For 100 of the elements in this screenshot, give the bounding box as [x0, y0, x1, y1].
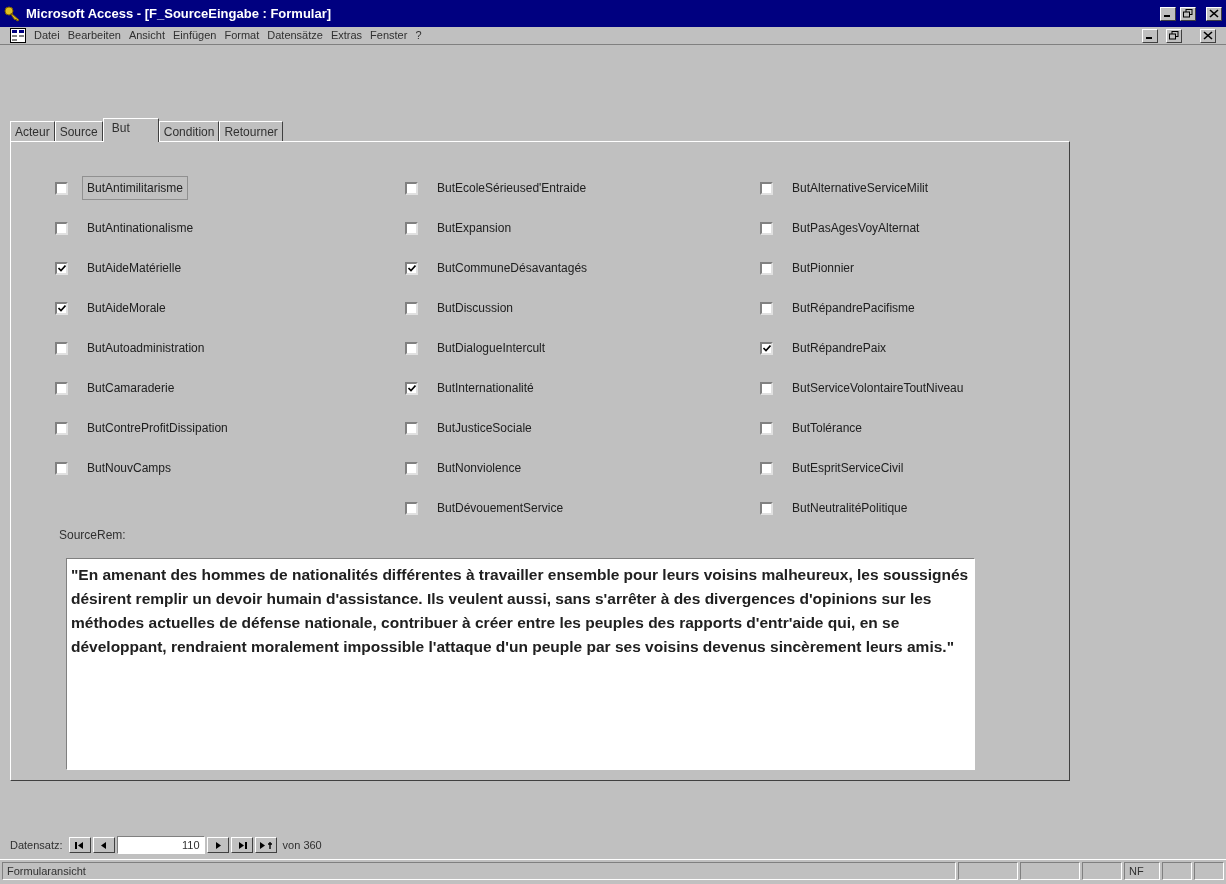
- checkbox[interactable]: [760, 501, 773, 515]
- checkbox[interactable]: [405, 261, 418, 275]
- minimize-button[interactable]: [1160, 6, 1176, 21]
- new-record-button[interactable]: [254, 837, 277, 853]
- status-panel: [1162, 861, 1192, 880]
- checkbox-label: ButExpansion: [436, 220, 513, 237]
- checkbox[interactable]: [760, 461, 773, 475]
- checkbox-label: ButRépandrePaix: [791, 340, 888, 357]
- close-icon: [1203, 31, 1213, 40]
- checkbox[interactable]: [760, 341, 773, 355]
- checkbox[interactable]: [55, 461, 68, 475]
- checkbox-label: ButDévouementService: [436, 500, 565, 517]
- checkbox[interactable]: [55, 381, 68, 395]
- restore-button[interactable]: [1166, 28, 1182, 43]
- menu-item[interactable]: Ansicht: [128, 27, 165, 44]
- navigator-label: Datensatz:: [10, 837, 63, 853]
- checkbox-label: ButAlternativeServiceMilit: [791, 180, 930, 197]
- checkbox[interactable]: [760, 301, 773, 315]
- checkbox-label: ButEspritServiceCivil: [791, 460, 905, 477]
- check-icon: [407, 264, 416, 272]
- checkbox[interactable]: [760, 181, 773, 195]
- checkbox[interactable]: [55, 221, 68, 235]
- menu-item[interactable]: ?: [415, 27, 422, 44]
- checkbox-label: ButAideMatérielle: [86, 260, 183, 277]
- checkbox-label: ButAntimilitarisme: [82, 176, 189, 200]
- form-icon[interactable]: [10, 28, 26, 43]
- close-button[interactable]: [1206, 6, 1222, 21]
- menu-item[interactable]: Datensätze: [267, 27, 323, 44]
- checkbox-label: ButNouvCamps: [86, 460, 173, 477]
- window-title: Microsoft Access - [F_SourceEingabe : Formular]: [26, 4, 332, 23]
- checkbox[interactable]: [55, 341, 68, 355]
- checkbox[interactable]: [405, 501, 418, 515]
- menu-item[interactable]: Extras: [330, 27, 363, 44]
- status-panel: [1194, 861, 1224, 880]
- checkbox-label: ButDiscussion: [436, 300, 515, 317]
- checkbox[interactable]: [760, 221, 773, 235]
- checkbox-label: ButEcoleSérieused'Entraide: [436, 180, 588, 197]
- checkbox-label: ButPionnier: [791, 260, 856, 277]
- checkbox-label: ButRépandrePacifisme: [791, 300, 916, 317]
- record-number-field[interactable]: 110: [116, 836, 205, 854]
- tab[interactable]: Acteur: [10, 121, 55, 141]
- menu-item[interactable]: Format: [224, 27, 260, 44]
- tab[interactable]: Condition: [158, 121, 220, 141]
- checkbox[interactable]: [55, 421, 68, 435]
- status-panel: [1082, 861, 1122, 880]
- status-panel: [958, 861, 1018, 880]
- checkbox[interactable]: [760, 381, 773, 395]
- record-count: von 360: [282, 837, 322, 853]
- checkbox[interactable]: [760, 421, 773, 435]
- checkbox-label: ButNonviolence: [436, 460, 523, 477]
- check-icon: [57, 264, 66, 272]
- new-record-icon: [258, 840, 273, 850]
- checkbox[interactable]: [405, 181, 418, 195]
- close-button[interactable]: [1200, 28, 1216, 43]
- checkbox[interactable]: [405, 221, 418, 235]
- checkbox[interactable]: [760, 261, 773, 275]
- first-record-button[interactable]: [68, 837, 91, 853]
- check-icon: [407, 384, 416, 392]
- field-label: SourceRem:: [59, 528, 126, 542]
- tab[interactable]: But: [102, 118, 159, 142]
- checkbox[interactable]: [55, 301, 68, 315]
- key-icon: [4, 5, 22, 22]
- restore-button[interactable]: [1180, 6, 1196, 21]
- tab[interactable]: Source: [54, 121, 103, 141]
- restore-icon: [1169, 31, 1179, 40]
- menu-item[interactable]: Fenster: [370, 27, 408, 44]
- checkbox-label: ButNeutralitéPolitique: [791, 500, 909, 517]
- checkbox-label: ButAntinationalisme: [86, 220, 195, 237]
- tab[interactable]: Retourner: [219, 121, 283, 141]
- next-record-button[interactable]: [206, 837, 229, 853]
- checkbox[interactable]: [55, 261, 68, 275]
- status-text: Formularansicht: [2, 861, 956, 880]
- menu-item[interactable]: Datei: [34, 27, 60, 44]
- checkbox-label: ButPasAgesVoyAlternat: [791, 220, 921, 237]
- checkbox-label: ButContreProfitDissipation: [86, 420, 229, 437]
- menu-item[interactable]: Einfügen: [173, 27, 217, 44]
- checkbox-label: ButAideMorale: [86, 300, 167, 317]
- check-icon: [762, 344, 771, 352]
- checkbox-label: ButCamaraderie: [86, 380, 176, 397]
- checkbox[interactable]: [405, 461, 418, 475]
- checkbox-label: ButServiceVolontaireToutNiveau: [791, 380, 965, 397]
- checkbox[interactable]: [405, 301, 418, 315]
- checkbox[interactable]: [405, 341, 418, 355]
- checkbox-label: ButDialogueIntercult: [436, 340, 547, 357]
- remark-field[interactable]: "En amenant des hommes de nationalités différentes à travailler ensemble pour leurs voisins malheureux, les soussignés désirent remplir un devoir humain d'assistance. Ils veulent aussi, sans s'arrêter à des divergences d'opinions sur les méthodes actuelles de défense nationale, contribuer à créer entre les peuples des rapports d'entr'aide qui, en se développant, rendraient moralement impossible l'attaque d'un peuple par ses voisins devenus sincèrement leurs amis.": [66, 558, 975, 770]
- minimize-button[interactable]: [1142, 28, 1158, 43]
- check-icon: [57, 304, 66, 312]
- checkbox-label: ButAutoadministration: [86, 340, 206, 357]
- last-record-button[interactable]: [230, 837, 253, 853]
- checkbox-label: ButTolérance: [791, 420, 864, 437]
- checkbox[interactable]: [55, 181, 68, 195]
- menu-item[interactable]: Bearbeiten: [67, 27, 121, 44]
- status-indicator: NF: [1124, 861, 1160, 880]
- checkbox[interactable]: [405, 381, 418, 395]
- checkbox-label: ButCommuneDésavantagés: [436, 260, 589, 277]
- previous-record-button[interactable]: [92, 837, 115, 853]
- restore-icon: [1183, 9, 1193, 18]
- checkbox-label: ButJusticeSociale: [436, 420, 533, 437]
- checkbox[interactable]: [405, 421, 418, 435]
- status-panel: [1020, 861, 1080, 880]
